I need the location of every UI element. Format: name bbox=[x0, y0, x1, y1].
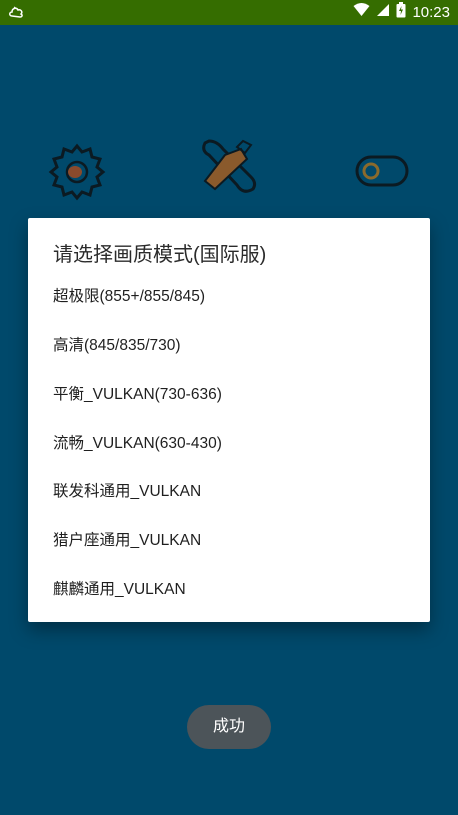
option-mediatek-vulkan[interactable]: 联发科通用_VULKAN bbox=[28, 469, 430, 515]
option-label: 超极限(855+/855/845) bbox=[53, 288, 206, 305]
status-time: 10:23 bbox=[412, 4, 450, 21]
success-toast: 成功 bbox=[187, 705, 271, 749]
option-balanced-vulkan[interactable]: 平衡_VULKAN(730-636) bbox=[28, 372, 430, 418]
option-label: 流畅_VULKAN(630-430) bbox=[53, 435, 222, 452]
status-bar: 10:23 bbox=[0, 0, 458, 25]
option-hd[interactable]: 高清(845/835/730) bbox=[28, 323, 430, 369]
wrench-tools-icon[interactable] bbox=[197, 137, 261, 204]
cloud-icon bbox=[8, 4, 26, 25]
option-label: 高清(845/835/730) bbox=[53, 337, 181, 354]
option-smooth-vulkan[interactable]: 流畅_VULKAN(630-430) bbox=[28, 421, 430, 467]
option-label: 联发科通用_VULKAN bbox=[53, 483, 202, 500]
battery-icon bbox=[396, 2, 406, 23]
settings-gear-icon[interactable] bbox=[48, 143, 106, 206]
option-ultra-extreme[interactable]: 超极限(855+/855/845) bbox=[28, 274, 430, 320]
wifi-icon bbox=[353, 3, 370, 22]
option-exynos-vulkan[interactable]: 猎户座通用_VULKAN bbox=[28, 518, 430, 564]
signal-icon bbox=[376, 3, 390, 22]
option-label: 猎户座通用_VULKAN bbox=[53, 532, 202, 549]
dialog-title: 请选择画质模式(国际服) bbox=[53, 244, 267, 266]
option-kirin-vulkan[interactable]: 麒麟通用_VULKAN bbox=[28, 567, 430, 613]
option-label: 平衡_VULKAN(730-636) bbox=[53, 386, 222, 403]
toggle-switch-icon[interactable] bbox=[355, 155, 409, 192]
quality-mode-dialog: 请选择画质模式(国际服) 超极限(855+/855/845) 高清(845/83… bbox=[28, 218, 430, 622]
option-label: 麒麟通用_VULKAN bbox=[53, 581, 186, 598]
